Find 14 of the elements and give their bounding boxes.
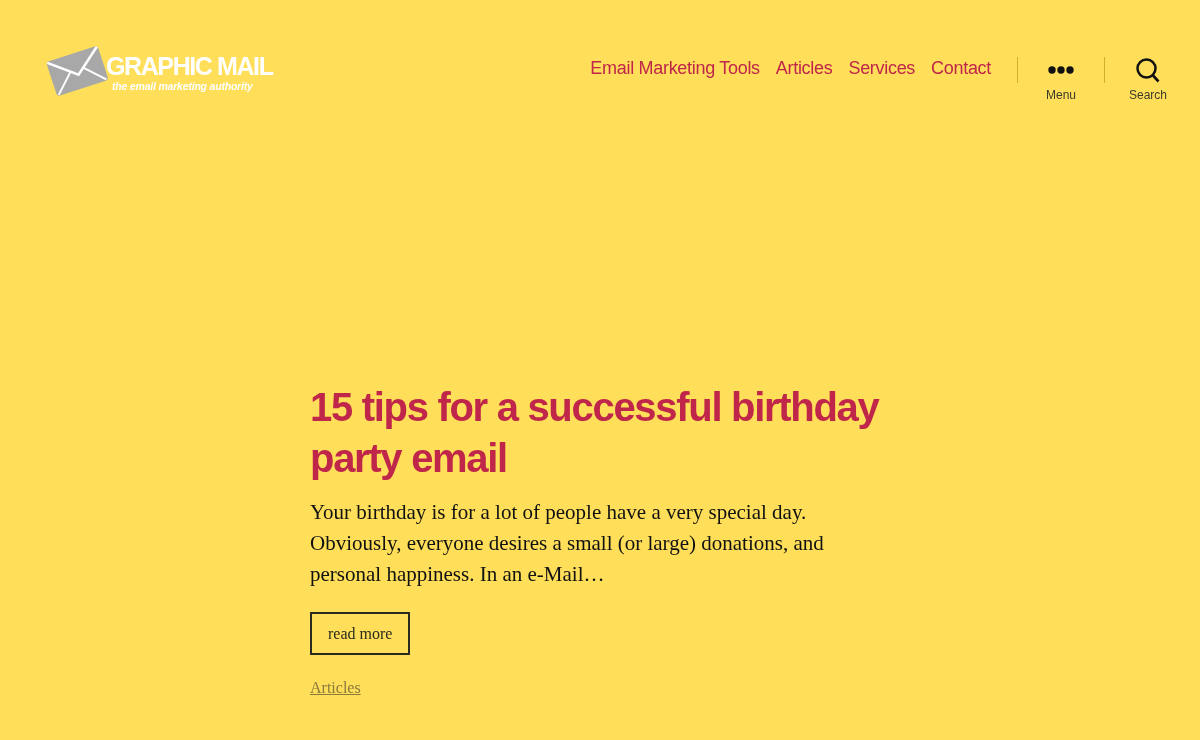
logo-tagline: the email marketing authority <box>112 80 254 93</box>
nav-link[interactable]: Articles <box>775 58 833 79</box>
nav-link[interactable]: Services <box>848 58 916 79</box>
menu-toggle[interactable]: Menu <box>1018 50 1104 102</box>
search-toggle[interactable]: Search <box>1105 50 1191 102</box>
post-excerpt: Your birthday is for a lot of people have a very special day. Obviously, everyone desires a small (or large) donations, and personal happiness. In an e-Mail… <box>310 499 825 588</box>
read-more-button[interactable]: read more <box>310 612 411 655</box>
logo-name: GRAPHIC MAIL <box>106 53 273 79</box>
category-link[interactable]: Articles <box>310 679 361 697</box>
more-dots-icon <box>1048 66 1074 74</box>
post-title: 15 tips for a successful birthday party email <box>310 384 881 482</box>
nav-link[interactable]: Contact <box>931 58 991 79</box>
search-icon <box>1136 57 1160 83</box>
nav-link[interactable]: Email Marketing Tools <box>590 58 760 79</box>
